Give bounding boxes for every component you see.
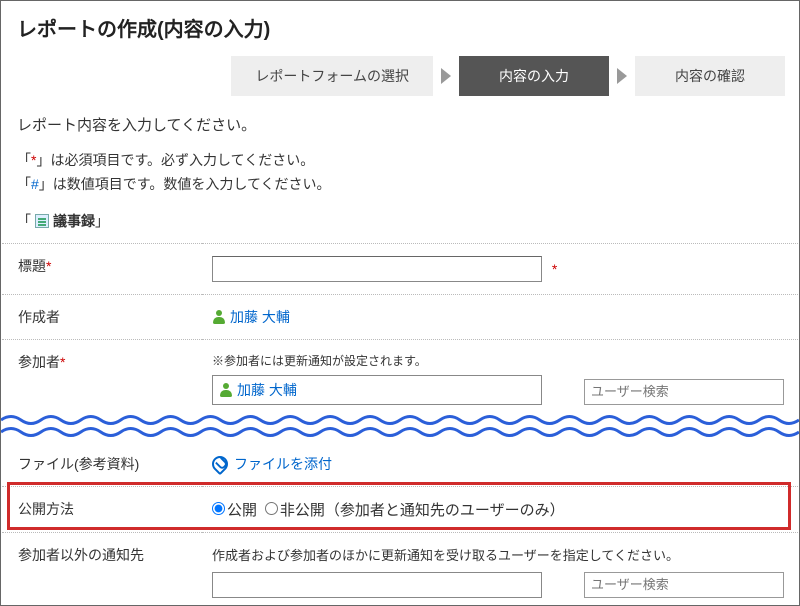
publish-public-radio[interactable] — [212, 502, 225, 515]
publish-private-radio[interactable] — [265, 502, 278, 515]
label-publish: 公開方法 — [2, 486, 202, 532]
row-notify: 参加者以外の通知先 作成者および参加者のほかに更新通知を受け取るユーザーを指定し… — [2, 532, 798, 606]
row-participants: 参加者* ※参加者には更新通知が設定されます。 加藤 大輔 — [2, 339, 798, 417]
creator-user-link[interactable]: 加藤 大輔 — [230, 309, 290, 325]
page-title: レポートの作成(内容の入力) — [1, 1, 799, 56]
step-bar: レポートフォームの選択 内容の入力 内容の確認 — [1, 56, 799, 106]
attach-file-link[interactable]: ファイルを添付 — [234, 456, 332, 472]
publish-private-option[interactable]: 非公開（参加者と通知先のユーザーのみ） — [265, 502, 565, 519]
numeric-hash: # — [31, 176, 39, 192]
label-title: 標題* — [2, 243, 202, 294]
step-confirm-content[interactable]: 内容の確認 — [635, 56, 785, 96]
notify-targets-box[interactable] — [212, 572, 542, 598]
notify-search-input[interactable] — [584, 572, 784, 598]
notify-help: 作成者および参加者のほかに更新通知を受け取るユーザーを指定してください。 — [212, 545, 788, 564]
page-container: レポートの作成(内容の入力) レポートフォームの選択 内容の入力 内容の確認 レ… — [0, 0, 800, 606]
step-input-content[interactable]: 内容の入力 — [459, 56, 609, 96]
form-type-name: 議事録 — [53, 213, 95, 229]
user-icon — [212, 310, 226, 324]
label-participants: 参加者* — [2, 339, 202, 417]
user-icon — [219, 383, 233, 397]
required-hint: 「*」は必須項目です。必ず入力してください。 — [17, 149, 783, 173]
content-omitted-divider — [1, 411, 799, 443]
participants-note: ※参加者には更新通知が設定されます。 — [212, 352, 788, 369]
label-file: ファイル(参考資料) — [2, 441, 202, 486]
participant-user-link[interactable]: 加藤 大輔 — [237, 380, 297, 400]
label-notify: 参加者以外の通知先 — [2, 532, 202, 606]
form-icon — [35, 214, 49, 228]
numeric-hint: 「#」は数値項目です。数値を入力してください。 — [17, 173, 783, 197]
row-title: 標題* * — [2, 243, 798, 294]
publish-public-option[interactable]: 公開 — [212, 502, 257, 519]
label-creator: 作成者 — [2, 294, 202, 339]
chevron-right-icon — [617, 68, 627, 84]
field-hints: 「*」は必須項目です。必ず入力してください。 「#」は数値項目です。数値を入力し… — [1, 139, 799, 197]
paperclip-icon — [209, 452, 232, 475]
publish-radio-group: 公開 非公開（参加者と通知先のユーザーのみ） — [212, 502, 569, 518]
title-input[interactable] — [212, 256, 542, 282]
form-table-2: ファイル(参考資料) ファイルを添付 公開方法 公開 非公開（参加者と通知先のユ… — [2, 441, 798, 606]
participants-box[interactable]: 加藤 大輔 — [212, 375, 542, 405]
participant-search-input[interactable] — [584, 379, 784, 405]
required-star: * — [552, 261, 557, 277]
row-file: ファイル(参考資料) ファイルを添付 — [2, 441, 798, 486]
form-table: 標題* * 作成者 加藤 大輔 参加者* ※参加者には更新通知が設定されます。 … — [2, 243, 798, 417]
form-type-row: 「議事録」 — [1, 197, 799, 235]
row-creator: 作成者 加藤 大輔 — [2, 294, 798, 339]
chevron-right-icon — [441, 68, 451, 84]
instruction-text: レポート内容を入力してください。 — [1, 106, 799, 139]
row-publish: 公開方法 公開 非公開（参加者と通知先のユーザーのみ） — [2, 486, 798, 532]
step-select-form[interactable]: レポートフォームの選択 — [231, 56, 433, 96]
